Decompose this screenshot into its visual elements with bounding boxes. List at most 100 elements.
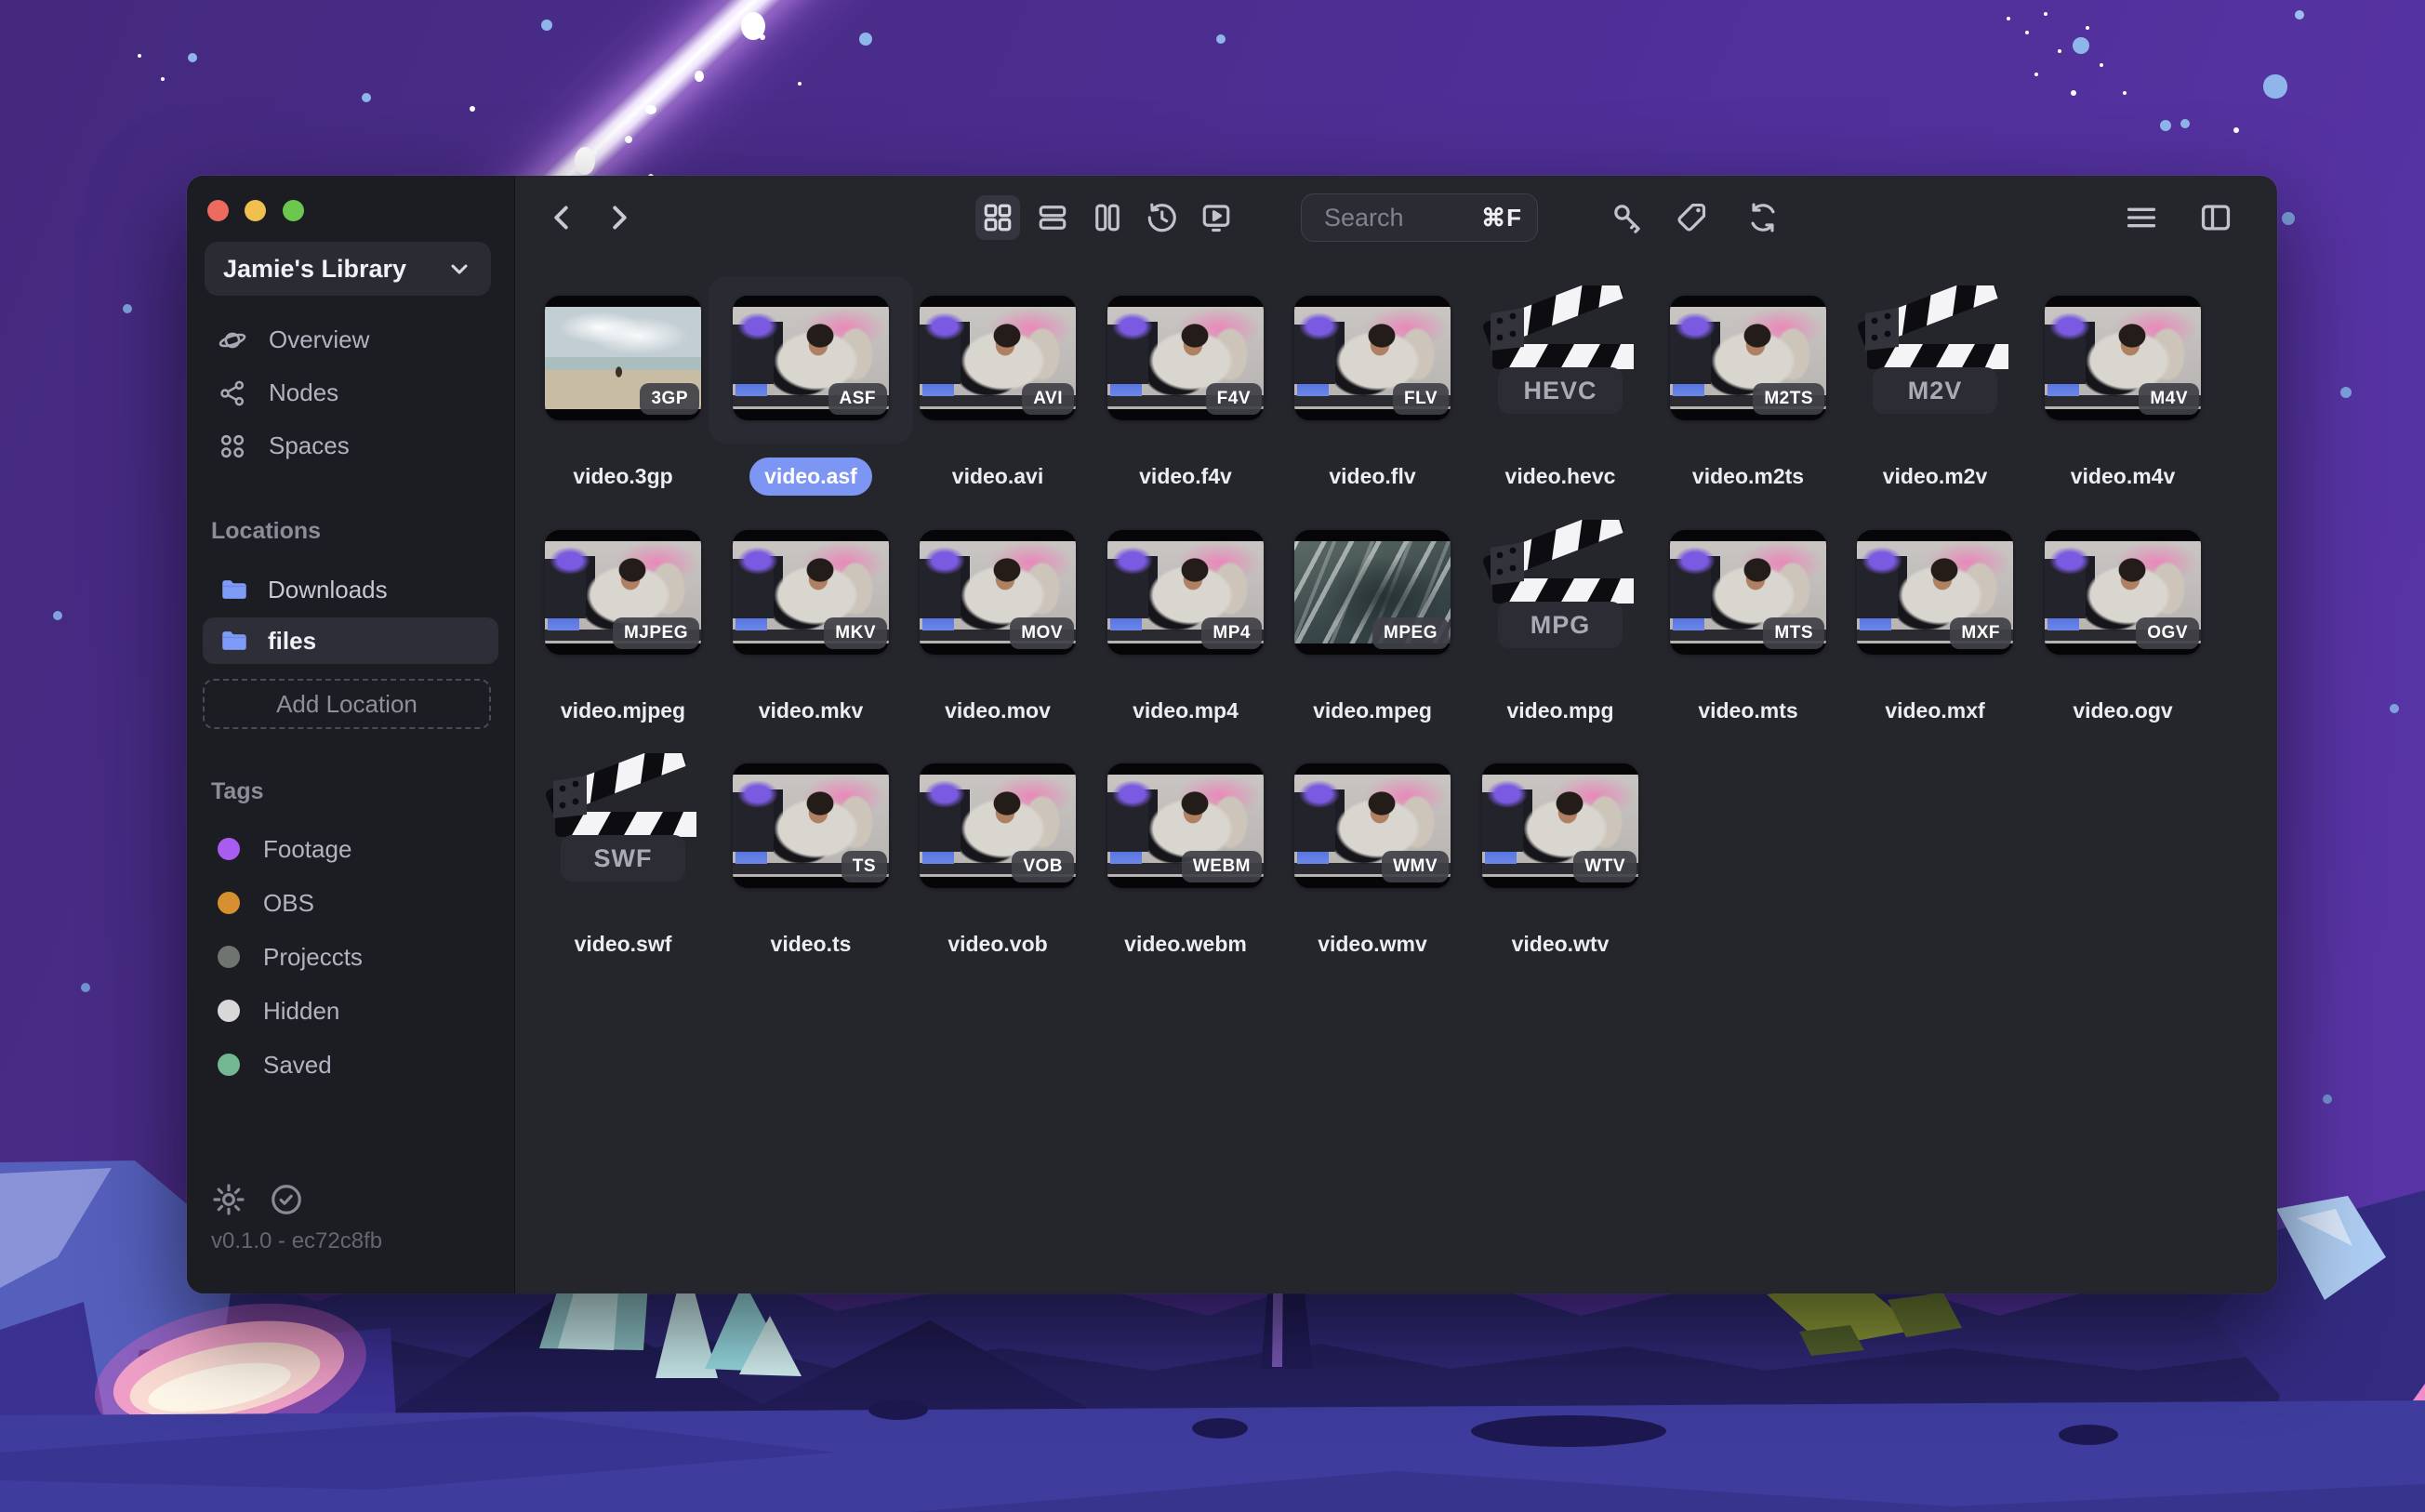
file-thumbnail: WMV (1270, 744, 1475, 911)
file-tile[interactable]: 3GP video.3gp (521, 276, 725, 497)
add-location-button[interactable]: Add Location (203, 679, 491, 729)
file-tile[interactable]: M4V video.m4v (2021, 276, 2225, 497)
sidebar-toggle-icon[interactable] (2198, 200, 2233, 235)
sidebar-item-nodes[interactable]: Nodes (187, 366, 514, 419)
file-thumbnail: FLV (1270, 276, 1475, 444)
file-tile[interactable]: TS video.ts (709, 744, 913, 965)
file-thumbnail: MJPEG (521, 511, 725, 678)
locations-header: Locations (211, 518, 321, 545)
format-badge: MPEG (1372, 617, 1449, 649)
tag-color-dot (218, 946, 240, 968)
sidebar-tag-footage[interactable]: Footage (187, 822, 514, 876)
sidebar-location-files[interactable]: files (203, 617, 498, 664)
clapper-format-label: SWF (561, 835, 685, 882)
format-badge: F4V (1206, 383, 1262, 415)
format-badge: M4V (2139, 383, 2199, 415)
format-badge: MOV (1010, 617, 1074, 649)
file-tile[interactable]: FLV video.flv (1270, 276, 1475, 497)
menu-icon[interactable] (2124, 200, 2159, 235)
format-badge: M2TS (1753, 383, 1824, 415)
forward-button[interactable] (602, 201, 635, 234)
grid-view-button[interactable] (981, 201, 1014, 234)
sidebar-nav-label: Nodes (269, 378, 338, 407)
chevron-down-icon (446, 256, 472, 282)
sidebar-tag-hidden[interactable]: Hidden (187, 984, 514, 1038)
file-name-label: video.mts (1683, 692, 1812, 730)
file-tile[interactable]: AVI video.avi (895, 276, 1100, 497)
clapperboard-icon: M2V (1856, 285, 2014, 425)
format-badge: AVI (1022, 383, 1074, 415)
file-tile[interactable]: MOV video.mov (895, 511, 1100, 732)
close-window-button[interactable] (207, 200, 229, 221)
sidebar-tag-saved[interactable]: Saved (187, 1038, 514, 1092)
file-tile[interactable]: M2V video.m2v (1833, 276, 2037, 497)
sidebar-nav: Overview Nodes Spaces (187, 313, 514, 472)
file-tile[interactable]: OGV video.ogv (2021, 511, 2225, 732)
sidebar-nav-label: Overview (269, 325, 369, 354)
file-name-label: video.mpeg (1298, 692, 1447, 730)
file-tile[interactable]: MJPEG video.mjpeg (521, 511, 725, 732)
app-window: Jamie's Library Overview Nodes Spaces Lo… (187, 176, 2277, 1293)
clapperboard-icon: MPG (1481, 520, 1639, 659)
settings-gear-icon[interactable] (211, 1182, 246, 1217)
file-name-label: video.wtv (1497, 925, 1624, 963)
file-tile[interactable]: HEVC video.hevc (1458, 276, 1663, 497)
file-name-label: video.ts (756, 925, 867, 963)
history-view-button[interactable] (1145, 201, 1178, 234)
file-tile[interactable]: MPG video.mpg (1458, 511, 1663, 732)
file-tile[interactable]: MXF video.mxf (1833, 511, 2037, 732)
file-thumbnail: HEVC (1458, 276, 1663, 444)
file-name-label: video.mov (930, 692, 1066, 730)
file-thumbnail: F4V (1083, 276, 1288, 444)
file-tile[interactable]: SWF video.swf (521, 744, 725, 965)
file-tile[interactable]: M2TS video.m2ts (1646, 276, 1850, 497)
back-button[interactable] (546, 201, 579, 234)
refresh-icon[interactable] (1745, 200, 1781, 235)
file-tile[interactable]: ASF video.asf (709, 276, 913, 497)
format-badge: MXF (1950, 617, 2011, 649)
file-thumbnail: MPG (1458, 511, 1663, 678)
file-thumbnail: MTS (1646, 511, 1850, 678)
tags-list: Footage OBS Projeccts Hidden Saved (187, 822, 514, 1092)
search-shortcut-hint: ⌘F (1481, 204, 1522, 232)
search-input[interactable] (1322, 203, 1481, 233)
file-tile[interactable]: WMV video.wmv (1270, 744, 1475, 965)
sidebar-tag-obs[interactable]: OBS (187, 876, 514, 930)
file-thumbnail: M2V (1833, 276, 2037, 444)
columns-view-button[interactable] (1091, 201, 1124, 234)
list-view-button[interactable] (1036, 201, 1069, 234)
file-tile[interactable]: F4V video.f4v (1083, 276, 1288, 497)
library-dropdown[interactable]: Jamie's Library (205, 242, 491, 296)
file-name-label: video.swf (560, 925, 687, 963)
tag-label: Hidden (263, 997, 339, 1026)
sidebar-item-spaces[interactable]: Spaces (187, 419, 514, 472)
file-name-label: video.mjpeg (546, 692, 700, 730)
file-thumbnail: MP4 (1083, 511, 1288, 678)
format-badge: OGV (2136, 617, 2199, 649)
key-icon[interactable] (1610, 200, 1645, 235)
tag-color-dot (218, 838, 240, 860)
tag-icon[interactable] (1674, 200, 1709, 235)
format-badge: 3GP (640, 383, 699, 415)
file-tile[interactable]: MPEG video.mpeg (1270, 511, 1475, 732)
sidebar-location-downloads[interactable]: Downloads (203, 566, 498, 613)
file-tile[interactable]: VOB video.vob (895, 744, 1100, 965)
clapper-format-label: M2V (1873, 367, 1997, 414)
file-tile[interactable]: MTS video.mts (1646, 511, 1850, 732)
file-tile[interactable]: WTV video.wtv (1458, 744, 1663, 965)
sidebar-item-overview[interactable]: Overview (187, 313, 514, 366)
minimize-window-button[interactable] (245, 200, 266, 221)
sidebar-tag-projeccts[interactable]: Projeccts (187, 930, 514, 984)
check-circle-icon[interactable] (269, 1182, 304, 1217)
file-tile[interactable]: MKV video.mkv (709, 511, 913, 732)
tag-color-dot (218, 1000, 240, 1022)
file-tile[interactable]: MP4 video.mp4 (1083, 511, 1288, 732)
player-view-button[interactable] (1199, 201, 1233, 234)
nodes-icon (217, 378, 248, 408)
file-tile[interactable]: WEBM video.webm (1083, 744, 1288, 965)
file-name-label: video.f4v (1124, 458, 1247, 496)
zoom-window-button[interactable] (283, 200, 304, 221)
format-badge: TS (841, 851, 887, 882)
search-field[interactable]: ⌘F (1301, 193, 1538, 242)
tag-label: Projeccts (263, 943, 363, 972)
